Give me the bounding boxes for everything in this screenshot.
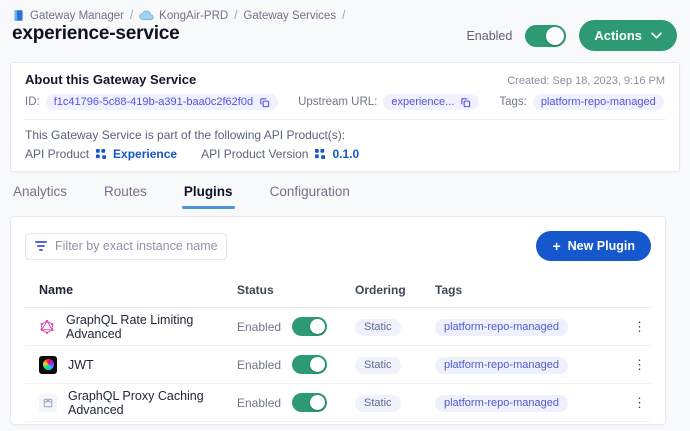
jwt-icon xyxy=(39,356,57,374)
ordering-badge: Static xyxy=(355,357,401,374)
breadcrumb-label: KongAir-PRD xyxy=(159,10,228,22)
toggle-knob xyxy=(546,27,564,45)
copy-icon[interactable] xyxy=(259,97,270,108)
new-plugin-label: New Plugin xyxy=(568,239,635,253)
tab-analytics[interactable]: Analytics xyxy=(13,184,67,209)
breadcrumb-runtime-group[interactable]: KongAir-PRD xyxy=(139,10,228,22)
plugin-filter-box xyxy=(25,233,227,260)
service-id-label: ID: xyxy=(25,96,40,108)
breadcrumb-gateway-services[interactable]: Gateway Services xyxy=(243,10,336,22)
upstream-url-label: Upstream URL: xyxy=(298,96,377,108)
cache-box-icon xyxy=(39,394,57,412)
plugin-name: JWT xyxy=(68,358,94,372)
plugin-enabled-toggle[interactable] xyxy=(292,393,327,412)
column-header-status: Status xyxy=(237,283,355,297)
tab-plugins[interactable]: Plugins xyxy=(184,184,233,209)
chevron-down-icon xyxy=(651,32,662,39)
api-products-intro: This Gateway Service is part of the foll… xyxy=(25,128,665,142)
ordering-badge: Static xyxy=(355,395,401,412)
actions-button-label: Actions xyxy=(594,28,642,43)
table-row[interactable]: JWT Enabled Static platform-repo-managed… xyxy=(25,346,651,384)
plus-icon: + xyxy=(552,241,560,251)
copy-icon[interactable] xyxy=(460,97,471,108)
kebab-menu-icon[interactable]: ⋮ xyxy=(627,317,652,336)
tab-configuration[interactable]: Configuration xyxy=(270,184,350,209)
plugins-panel: + New Plugin Name Status Ordering Tags xyxy=(10,216,666,425)
column-header-tags: Tags xyxy=(435,283,627,297)
breadcrumb-label: Gateway Manager xyxy=(30,10,124,22)
plugin-status-label: Enabled xyxy=(237,358,281,372)
toggle-knob xyxy=(310,395,325,410)
service-id-field: ID: f1c41796-5c88-419b-a391-baa0c2f62f0d xyxy=(25,94,278,110)
plugin-status-label: Enabled xyxy=(237,396,281,410)
gateway-manager-icon xyxy=(12,9,25,22)
tag-badge: platform-repo-managed xyxy=(435,319,568,336)
created-timestamp: Created: Sep 18, 2023, 9:16 PM xyxy=(507,75,665,87)
kebab-menu-icon[interactable]: ⋮ xyxy=(627,393,652,412)
table-row[interactable]: GraphQL Proxy Caching Advanced Enabled S… xyxy=(25,384,651,422)
breadcrumb-separator: / xyxy=(342,10,345,22)
tag-badge: platform-repo-managed xyxy=(435,395,568,412)
cloud-icon xyxy=(139,10,154,21)
breadcrumb-gateway-manager[interactable]: Gateway Manager xyxy=(12,9,124,22)
column-header-name: Name xyxy=(25,283,237,297)
version-blocks-icon xyxy=(315,149,325,159)
kebab-menu-icon[interactable]: ⋮ xyxy=(627,355,652,374)
about-gateway-service-card: About this Gateway Service Created: Sep … xyxy=(10,62,680,172)
upstream-url-value: experience... xyxy=(391,96,454,108)
card-divider xyxy=(25,119,665,120)
plugin-enabled-toggle[interactable] xyxy=(292,355,327,374)
service-enabled-label: Enabled xyxy=(466,29,512,43)
breadcrumb-separator: / xyxy=(130,10,133,22)
api-product-link[interactable]: Experience xyxy=(113,147,177,161)
tab-bar: Analytics Routes Plugins Configuration xyxy=(13,184,350,209)
plugin-name: GraphQL Rate Limiting Advanced xyxy=(66,313,237,341)
plugins-table: Name Status Ordering Tags xyxy=(25,274,651,422)
table-row[interactable]: GraphQL Rate Limiting Advanced Enabled S… xyxy=(25,308,651,346)
api-product-version-label: API Product Version xyxy=(201,147,308,161)
breadcrumb-separator: / xyxy=(234,10,237,22)
plugin-filter-input[interactable] xyxy=(55,239,217,253)
filter-icon xyxy=(35,241,47,251)
tag-badge: platform-repo-managed xyxy=(435,357,568,374)
table-header: Name Status Ordering Tags xyxy=(25,274,651,308)
tags-field: Tags: platform-repo-managed xyxy=(499,94,663,110)
tags-pill: platform-repo-managed xyxy=(533,94,664,110)
graphql-icon xyxy=(39,319,55,335)
api-products-row: API Product Experience API Product Versi… xyxy=(25,147,665,161)
product-blocks-icon xyxy=(96,149,106,159)
upstream-url-pill: experience... xyxy=(383,94,479,110)
toggle-knob xyxy=(310,357,325,372)
service-enabled-toggle[interactable] xyxy=(525,25,566,47)
service-id-pill: f1c41796-5c88-419b-a391-baa0c2f62f0d xyxy=(46,94,278,110)
toggle-knob xyxy=(310,319,325,334)
actions-button[interactable]: Actions xyxy=(579,20,677,51)
plugins-toolbar: + New Plugin xyxy=(25,231,651,261)
page-title: experience-service xyxy=(12,23,180,45)
new-plugin-button[interactable]: + New Plugin xyxy=(536,231,651,261)
service-id-value: f1c41796-5c88-419b-a391-baa0c2f62f0d xyxy=(54,96,253,108)
tags-label: Tags: xyxy=(499,96,527,108)
breadcrumb-label: Gateway Services xyxy=(243,10,336,22)
about-card-title: About this Gateway Service xyxy=(25,72,196,87)
tab-routes[interactable]: Routes xyxy=(104,184,147,209)
tags-value: platform-repo-managed xyxy=(541,96,656,108)
ordering-badge: Static xyxy=(355,319,401,336)
breadcrumb: Gateway Manager / KongAir-PRD / Gateway … xyxy=(12,9,345,22)
header-controls: Enabled Actions xyxy=(466,20,677,51)
api-product-label: API Product xyxy=(25,147,89,161)
column-header-ordering: Ordering xyxy=(355,283,435,297)
plugin-status-label: Enabled xyxy=(237,320,281,334)
api-product-version-link[interactable]: 0.1.0 xyxy=(332,147,359,161)
plugin-name: GraphQL Proxy Caching Advanced xyxy=(68,389,237,417)
plugin-enabled-toggle[interactable] xyxy=(292,317,327,336)
upstream-url-field: Upstream URL: experience... xyxy=(298,94,479,110)
gateway-service-page: Gateway Manager / KongAir-PRD / Gateway … xyxy=(0,0,690,431)
